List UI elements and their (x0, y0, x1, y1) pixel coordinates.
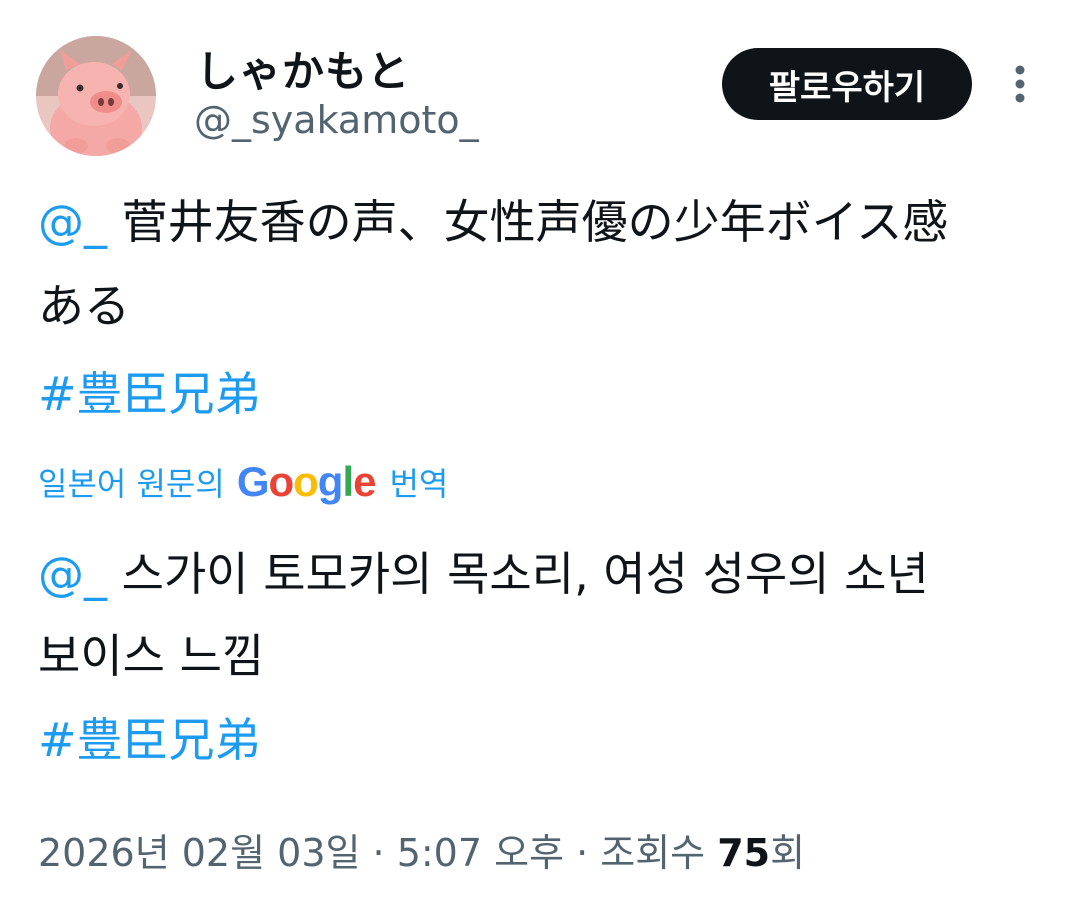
hashtag-link[interactable]: #豊臣兄弟 (38, 713, 261, 767)
user-handle[interactable]: @_syakamoto_ (194, 98, 479, 142)
translated-text: 스가이 토모카의 목소리, 여성 성우의 소년 (107, 547, 929, 601)
translated-text: 보이스 느낌 (38, 629, 265, 683)
translation-attribution[interactable]: 일본어 원문의 Google 번역 (38, 458, 448, 506)
google-logo: Google (236, 458, 377, 505)
display-name[interactable]: しゃかもと (196, 38, 410, 99)
hashtag-line: #豊臣兄弟 (38, 366, 261, 422)
mention-link[interactable]: @_ (38, 195, 107, 249)
more-options-button[interactable] (1000, 58, 1040, 110)
more-vertical-icon (1015, 65, 1025, 103)
follow-button[interactable]: 팔로우하기 (722, 48, 972, 120)
follow-button-label: 팔로우하기 (768, 67, 926, 108)
translation-suffix: 번역 (389, 465, 449, 503)
view-count-suffix: 회 (770, 831, 806, 875)
tweet-meta: 2026년 02월 03일 · 5:07 오후 · 조회수 75회 (38, 822, 805, 877)
timestamp[interactable]: 2026년 02월 03일 · 5:07 오후 · 조회수 (38, 831, 717, 875)
tweet-card: しゃかもと @_syakamoto_ 팔로우하기 @_ 菅井友香の声、女性声優の… (0, 0, 1080, 909)
pig-avatar-icon (36, 36, 156, 156)
translated-text-line: 보이스 느낌 (38, 628, 264, 684)
tweet-text-line: @_ 菅井友香の声、女性声優の少年ボイス感 (38, 194, 948, 250)
avatar[interactable] (36, 36, 156, 156)
tweet-text-line: ある (38, 278, 130, 334)
mention-link[interactable]: @_ (38, 547, 107, 601)
tweet-text: 菅井友香の声、女性声優の少年ボイス感 (107, 195, 949, 249)
view-count: 75 (717, 831, 771, 875)
tweet-text: ある (38, 279, 130, 333)
hashtag-line: #豊臣兄弟 (38, 712, 261, 768)
hashtag-link[interactable]: #豊臣兄弟 (38, 367, 261, 421)
translation-label: 일본어 원문의 (38, 465, 225, 503)
translated-text-line: @_ 스가이 토모카의 목소리, 여성 성우의 소년 (38, 546, 929, 602)
